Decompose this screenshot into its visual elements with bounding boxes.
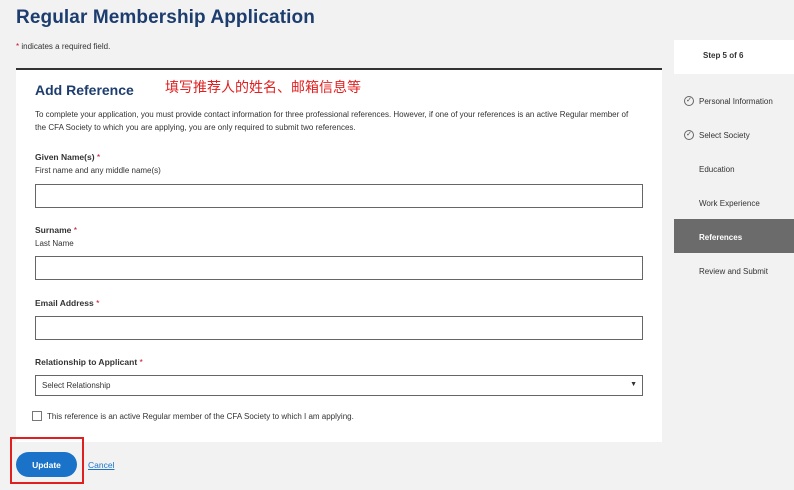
annotation-text: 填写推荐人的姓名、邮箱信息等 [165,79,361,95]
relationship-select[interactable]: Select Relationship ▼ [35,375,643,396]
relationship-label: Relationship to Applicant * [35,357,143,367]
step-label: Select Society [699,131,750,140]
given-name-hint: First name and any middle name(s) [35,166,161,175]
page-title: Regular Membership Application [16,7,315,28]
active-member-checkbox[interactable] [32,411,42,421]
given-name-label: Given Name(s) * [35,152,100,162]
email-label-text: Email Address [35,298,94,308]
required-note: * indicates a required field. [16,42,110,51]
relationship-select-value: Select Relationship [42,381,111,390]
email-input[interactable] [35,316,643,340]
relationship-label-text: Relationship to Applicant [35,357,138,367]
step-label: Work Experience [699,199,760,208]
surname-input[interactable] [35,256,643,280]
surname-label-text: Surname [35,225,72,235]
given-name-input[interactable] [35,184,643,208]
step-counter: Step 5 of 6 [674,40,794,74]
required-asterisk: * [73,225,78,235]
step-education[interactable]: Education [674,151,794,185]
required-asterisk: * [16,42,20,51]
active-member-label: This reference is an active Regular memb… [47,411,354,421]
email-label: Email Address * [35,298,99,308]
required-asterisk: * [96,298,100,308]
step-sidebar: Step 5 of 6 ✓ Personal Information ✓ Sel… [674,40,794,287]
required-asterisk: * [96,152,101,162]
active-member-row: This reference is an active Regular memb… [32,411,354,421]
required-note-text: indicates a required field. [21,42,111,51]
step-select-society[interactable]: ✓ Select Society [674,117,794,151]
given-name-label-text: Given Name(s) [35,152,95,162]
step-label: Review and Submit [699,267,768,276]
step-personal-information[interactable]: ✓ Personal Information [674,83,794,117]
intro-text: To complete your application, you must p… [35,110,629,132]
step-review-and-submit[interactable]: Review and Submit [674,253,794,287]
surname-hint: Last Name [35,239,74,248]
section-title: Add Reference [35,82,134,98]
check-circle-icon: ✓ [684,130,694,140]
update-button[interactable]: Update [16,452,77,477]
surname-label: Surname * [35,225,77,235]
step-label: References [699,233,743,242]
step-label: Education [699,165,735,174]
required-asterisk: * [139,357,143,367]
reference-form: Add Reference 填写推荐人的姓名、邮箱信息等 To complete… [16,68,662,442]
check-circle-icon: ✓ [684,96,694,106]
step-label: Personal Information [699,97,773,106]
step-references[interactable]: References [674,219,794,253]
cancel-link[interactable]: Cancel [88,460,114,470]
step-work-experience[interactable]: Work Experience [674,185,794,219]
dropdown-arrow-icon: ▼ [630,381,637,388]
